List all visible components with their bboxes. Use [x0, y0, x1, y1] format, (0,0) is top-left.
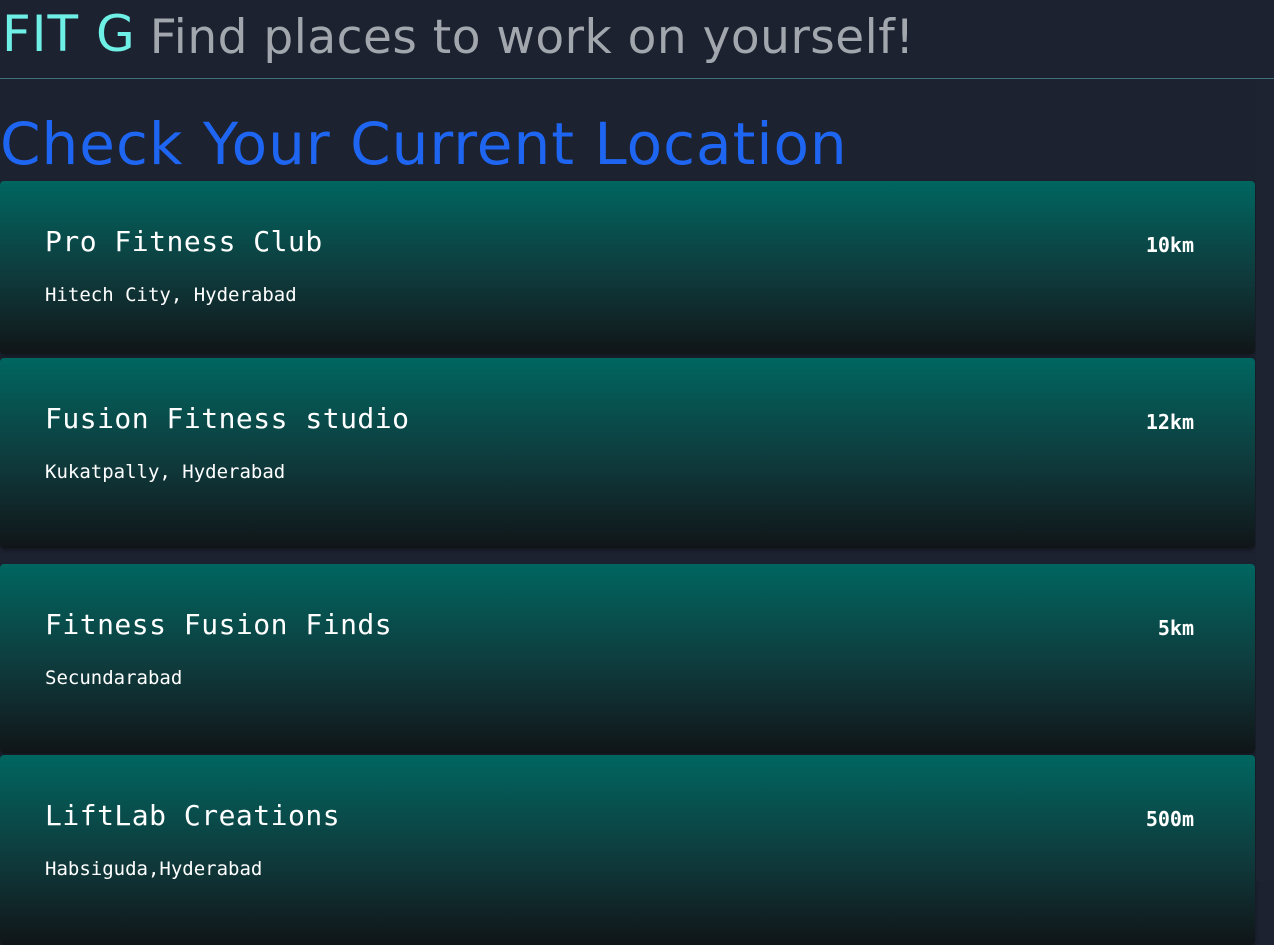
place-card[interactable]: Fusion Fitness studio Kukatpally, Hydera…: [0, 358, 1255, 548]
place-card[interactable]: LiftLab Creations Habsiguda,Hyderabad 50…: [0, 755, 1255, 945]
place-location: Kukatpally, Hyderabad: [45, 461, 286, 483]
place-name: LiftLab Creations: [45, 799, 341, 832]
place-distance: 500m: [1145, 807, 1194, 831]
place-location: Secundarabad: [45, 667, 183, 689]
brand-logo[interactable]: FIT G: [2, 9, 136, 59]
place-distance: 10km: [1145, 233, 1194, 257]
place-distance: 5km: [1157, 616, 1194, 640]
places-list: Pro Fitness Club Hitech City, Hyderabad …: [0, 181, 1255, 945]
page-title: Check Your Current Location: [0, 110, 848, 178]
place-name: Pro Fitness Club: [45, 225, 323, 258]
place-card[interactable]: Fitness Fusion Finds Secundarabad 5km: [0, 564, 1255, 753]
place-name: Fitness Fusion Finds: [45, 608, 393, 641]
place-distance: 12km: [1145, 410, 1194, 434]
place-location: Hitech City, Hyderabad: [45, 284, 297, 306]
page-scrollbar[interactable]: [1256, 80, 1274, 881]
header-tagline: Find places to work on yourself!: [149, 10, 915, 65]
place-name: Fusion Fitness studio: [45, 402, 410, 435]
place-card[interactable]: Pro Fitness Club Hitech City, Hyderabad …: [0, 181, 1255, 354]
place-location: Habsiguda,Hyderabad: [45, 858, 263, 880]
header-bar: FIT G Find places to work on yourself!: [0, 0, 1274, 79]
